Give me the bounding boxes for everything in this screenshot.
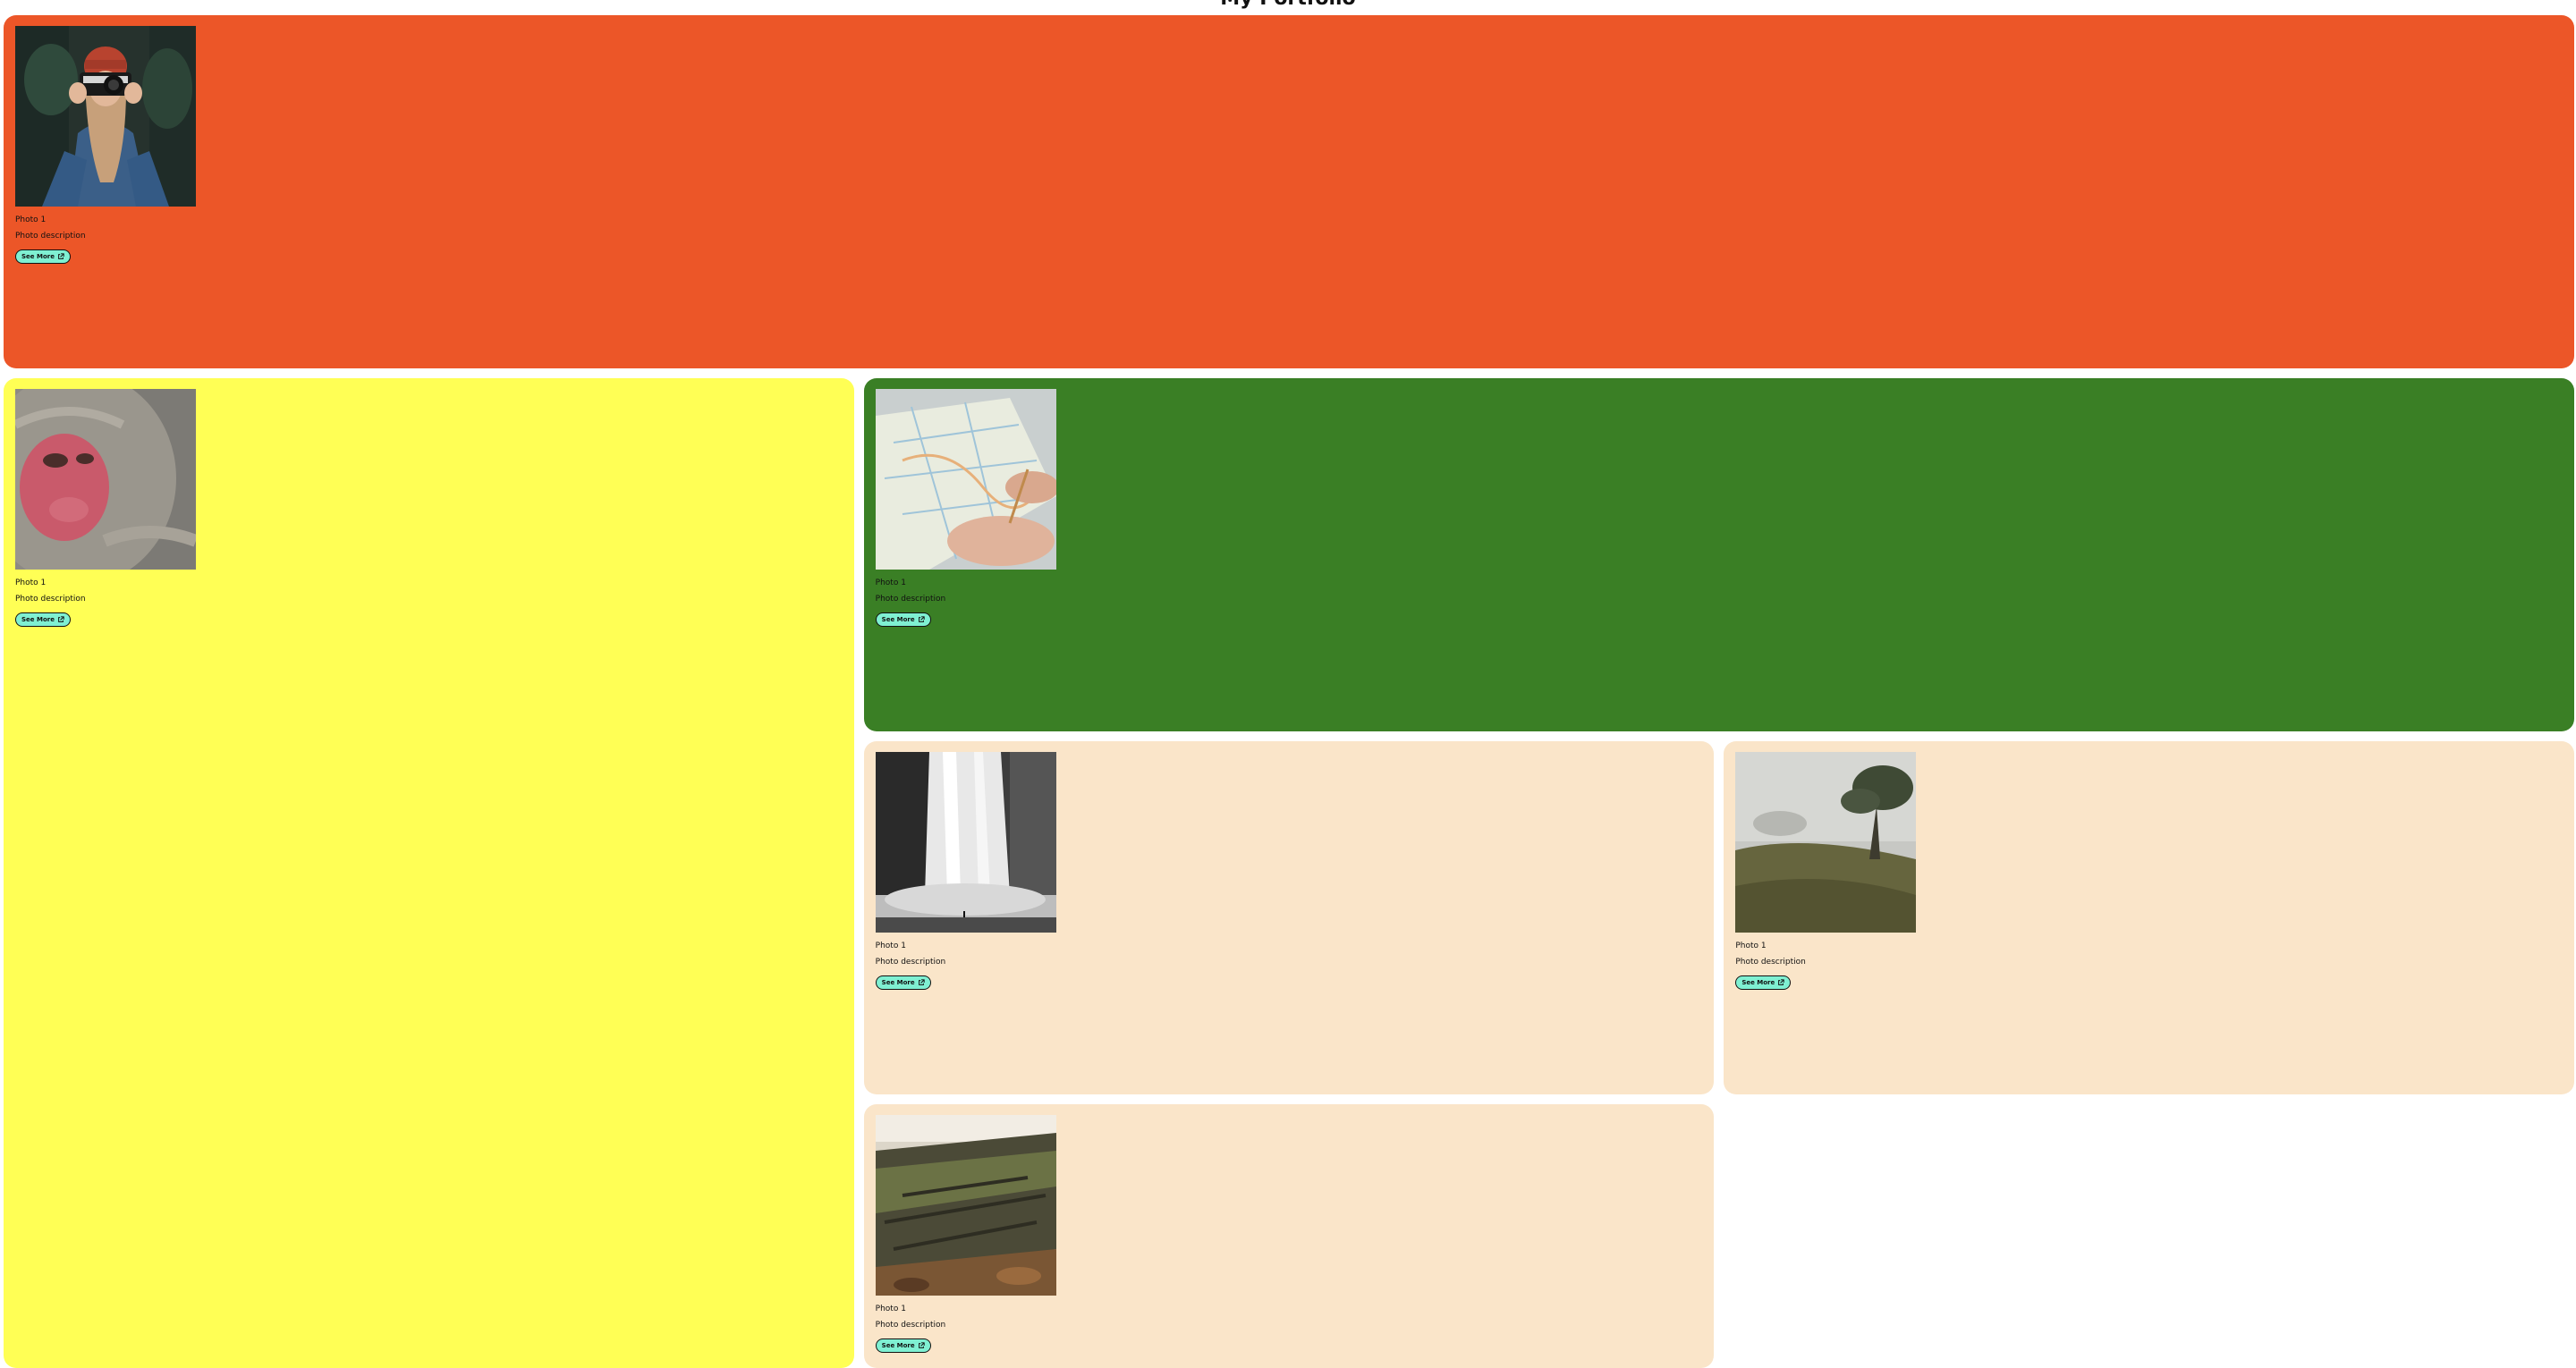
page-title: My Portfolio (0, 0, 2576, 9)
photo-description: Photo description (15, 232, 86, 241)
photo-caption: Photo 1 (15, 578, 47, 587)
photo-description: Photo description (875, 1321, 946, 1330)
photo-description: Photo description (15, 595, 86, 604)
see-more-label: See More (881, 1342, 915, 1349)
photo-card: Photo 1 Photo description See More (4, 15, 2574, 368)
monkey-photo (15, 389, 196, 570)
map-photo (875, 389, 1056, 570)
photo-grid: Photo 1 Photo description See More Photo… (4, 15, 2574, 1368)
photo-thumbnail[interactable] (875, 389, 1056, 570)
photo-caption: Photo 1 (15, 215, 47, 224)
photo-description: Photo description (875, 958, 946, 967)
external-link-icon (918, 1342, 925, 1348)
see-more-label: See More (881, 979, 915, 986)
see-more-label: See More (1741, 979, 1775, 986)
external-link-icon (58, 616, 64, 622)
photo-description: Photo description (1735, 958, 1806, 967)
external-link-icon (918, 979, 925, 985)
photo-caption: Photo 1 (875, 942, 906, 950)
external-link-icon (1778, 979, 1784, 985)
see-more-label: See More (881, 616, 915, 623)
photo-thumbnail[interactable] (875, 1115, 1056, 1296)
photo-card: Photo 1 Photo description See More (863, 741, 1715, 1094)
see-more-button[interactable]: See More (1735, 975, 1792, 990)
photo-thumbnail[interactable] (1735, 752, 1917, 933)
photo-caption: Photo 1 (875, 578, 906, 587)
photo-card: Photo 1 Photo description See More (863, 1104, 1715, 1368)
see-more-button[interactable]: See More (875, 1338, 931, 1353)
photo-caption: Photo 1 (875, 1305, 906, 1313)
photo-thumbnail[interactable] (875, 752, 1056, 933)
foggy-hill-photo (1735, 752, 1917, 933)
external-link-icon (58, 253, 64, 259)
photo-caption: Photo 1 (1735, 942, 1767, 950)
photo-card: Photo 1 Photo description See More (1724, 741, 2574, 1094)
see-more-button[interactable]: See More (15, 612, 71, 627)
photographer-photo (15, 26, 196, 207)
waterfall-photo (875, 752, 1056, 933)
mossy-log-photo (875, 1115, 1056, 1296)
see-more-button[interactable]: See More (15, 249, 71, 264)
see-more-button[interactable]: See More (875, 975, 931, 990)
see-more-label: See More (21, 253, 55, 260)
photo-thumbnail[interactable] (15, 389, 196, 570)
photo-card: Photo 1 Photo description See More (863, 378, 2574, 731)
photo-description: Photo description (875, 595, 946, 604)
see-more-button[interactable]: See More (875, 612, 931, 627)
external-link-icon (918, 616, 925, 622)
photo-thumbnail[interactable] (15, 26, 196, 207)
see-more-label: See More (21, 616, 55, 623)
photo-card: Photo 1 Photo description See More (4, 378, 854, 1368)
